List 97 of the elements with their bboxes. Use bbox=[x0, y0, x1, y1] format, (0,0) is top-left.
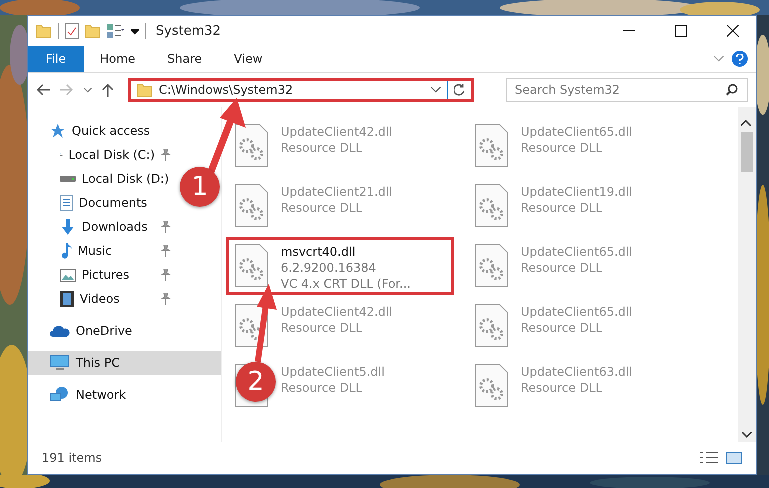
address-bar[interactable]: C:\Windows\System32 bbox=[128, 78, 474, 102]
file-detail: Resource DLL bbox=[281, 320, 364, 336]
gear-file-icon bbox=[475, 124, 509, 168]
pin-icon[interactable] bbox=[161, 221, 171, 233]
item-count: 191 items bbox=[42, 451, 104, 465]
gear-file-icon bbox=[235, 244, 269, 288]
music-note-icon bbox=[60, 243, 72, 259]
sidebar-label: Pictures bbox=[82, 268, 130, 282]
sidebar-item[interactable]: Local Disk (C:) bbox=[28, 143, 179, 167]
star-icon bbox=[50, 123, 66, 139]
sidebar-label: Downloads bbox=[82, 220, 148, 234]
new-folder-icon bbox=[85, 23, 101, 39]
ribbon-tab[interactable]: File bbox=[28, 46, 84, 72]
file-detail: Resource DLL bbox=[281, 380, 364, 396]
recent-button[interactable] bbox=[84, 88, 92, 92]
sidebar-item[interactable]: This PC bbox=[28, 351, 221, 375]
cloud-icon bbox=[50, 325, 70, 337]
pin-icon[interactable] bbox=[161, 269, 171, 281]
file-name: UpdateClient42.dll bbox=[281, 304, 393, 320]
view-list-icon[interactable] bbox=[107, 24, 125, 38]
file-detail: Resource DLL bbox=[521, 320, 604, 336]
file-name: UpdateClient63.dll bbox=[521, 364, 633, 380]
scroll-up-icon[interactable] bbox=[741, 120, 751, 126]
gear-file-icon bbox=[475, 184, 509, 228]
sidebar-label: Network bbox=[76, 388, 126, 402]
sidebar-label: Quick access bbox=[72, 124, 150, 138]
search-field[interactable]: Search System32 bbox=[506, 78, 748, 102]
sidebar-item[interactable]: Downloads bbox=[28, 215, 179, 239]
folder-icon bbox=[36, 23, 52, 39]
scrollbar[interactable] bbox=[738, 107, 756, 442]
folder-icon bbox=[137, 82, 153, 98]
ribbon-tab[interactable]: Share bbox=[152, 46, 218, 72]
file-name: msvcrt40.dll bbox=[281, 244, 357, 260]
pin-icon[interactable] bbox=[161, 293, 171, 305]
sidebar-label: OneDrive bbox=[76, 324, 132, 338]
file-detail: 6.2.9200.16384 bbox=[281, 260, 378, 276]
monitor-icon bbox=[50, 355, 70, 371]
sidebar-label: This PC bbox=[76, 356, 120, 370]
sidebar-item[interactable]: Network bbox=[28, 383, 221, 407]
sidebar-item[interactable]: Music bbox=[28, 239, 179, 263]
file-detail: Resource DLL bbox=[521, 140, 604, 156]
file-detail: Resource DLL bbox=[281, 140, 364, 156]
file-detail: Resource DLL bbox=[521, 200, 604, 216]
ribbon-tab[interactable]: View bbox=[218, 46, 279, 72]
file-name: UpdateClient5.dll bbox=[281, 364, 385, 380]
network-icon bbox=[50, 387, 70, 403]
sidebar-label: Local Disk (D:) bbox=[82, 172, 170, 186]
sidebar-label: Music bbox=[78, 244, 112, 258]
file-name: UpdateClient65.dll bbox=[521, 124, 633, 140]
picture-icon bbox=[60, 268, 76, 282]
file-detail: VC 4.x CRT DLL (For... bbox=[281, 276, 411, 292]
scroll-thumb[interactable] bbox=[741, 132, 753, 172]
refresh-icon bbox=[454, 84, 466, 96]
help-icon[interactable] bbox=[732, 51, 748, 67]
gear-file-icon bbox=[475, 364, 509, 408]
file-item[interactable]: msvcrt40.dll 6.2.9200.16384 VC 4.x CRT DLL (For... bbox=[281, 244, 411, 292]
ribbon-tab[interactable]: Home bbox=[84, 46, 152, 72]
file-name: UpdateClient65.dll bbox=[521, 304, 633, 320]
back-button[interactable] bbox=[36, 84, 50, 96]
sidebar-label: Local Disk (C:) bbox=[68, 148, 155, 162]
sidebar-item[interactable]: OneDrive bbox=[28, 319, 221, 343]
file-detail: Resource DLL bbox=[521, 380, 604, 396]
gear-file-icon bbox=[475, 244, 509, 288]
details-view-icon[interactable] bbox=[700, 452, 718, 464]
gear-file-icon bbox=[475, 304, 509, 348]
minimize-icon bbox=[623, 30, 635, 32]
sidebar-item[interactable]: Quick access bbox=[28, 119, 221, 143]
sidebar-item[interactable]: Documents bbox=[28, 191, 179, 215]
document-icon bbox=[60, 195, 73, 211]
thumbnail-view-icon[interactable] bbox=[726, 452, 742, 464]
sidebar-item[interactable]: Videos bbox=[28, 287, 179, 311]
file-name: UpdateClient19.dll bbox=[521, 184, 633, 200]
file-detail: Resource DLL bbox=[521, 260, 604, 276]
address-path: C:\Windows\System32 bbox=[159, 83, 294, 97]
file-name: UpdateClient21.dll bbox=[281, 184, 393, 200]
dropdown-icon[interactable] bbox=[131, 27, 139, 35]
sidebar-item[interactable]: Pictures bbox=[28, 263, 179, 287]
scroll-down-icon[interactable] bbox=[742, 432, 752, 438]
properties-icon[interactable] bbox=[65, 23, 79, 39]
sidebar-label: Videos bbox=[80, 292, 120, 306]
file-name: UpdateClient42.dll bbox=[281, 124, 393, 140]
close-icon bbox=[727, 25, 739, 37]
gear-file-icon bbox=[235, 124, 269, 168]
up-button[interactable] bbox=[102, 83, 114, 97]
gear-file-icon bbox=[235, 184, 269, 228]
maximize-icon bbox=[675, 25, 687, 37]
file-detail: Resource DLL bbox=[281, 200, 364, 216]
sidebar-label: Documents bbox=[79, 196, 148, 210]
pin-icon[interactable] bbox=[161, 149, 171, 161]
chevron-down-icon[interactable] bbox=[431, 87, 441, 93]
film-icon bbox=[60, 291, 74, 307]
file-name: UpdateClient65.dll bbox=[521, 244, 633, 260]
window-title: System32 bbox=[156, 24, 222, 38]
pin-icon[interactable] bbox=[161, 245, 171, 257]
search-icon bbox=[726, 84, 738, 96]
sidebar-item[interactable]: Local Disk (D:) bbox=[28, 167, 179, 191]
download-icon bbox=[60, 219, 76, 235]
